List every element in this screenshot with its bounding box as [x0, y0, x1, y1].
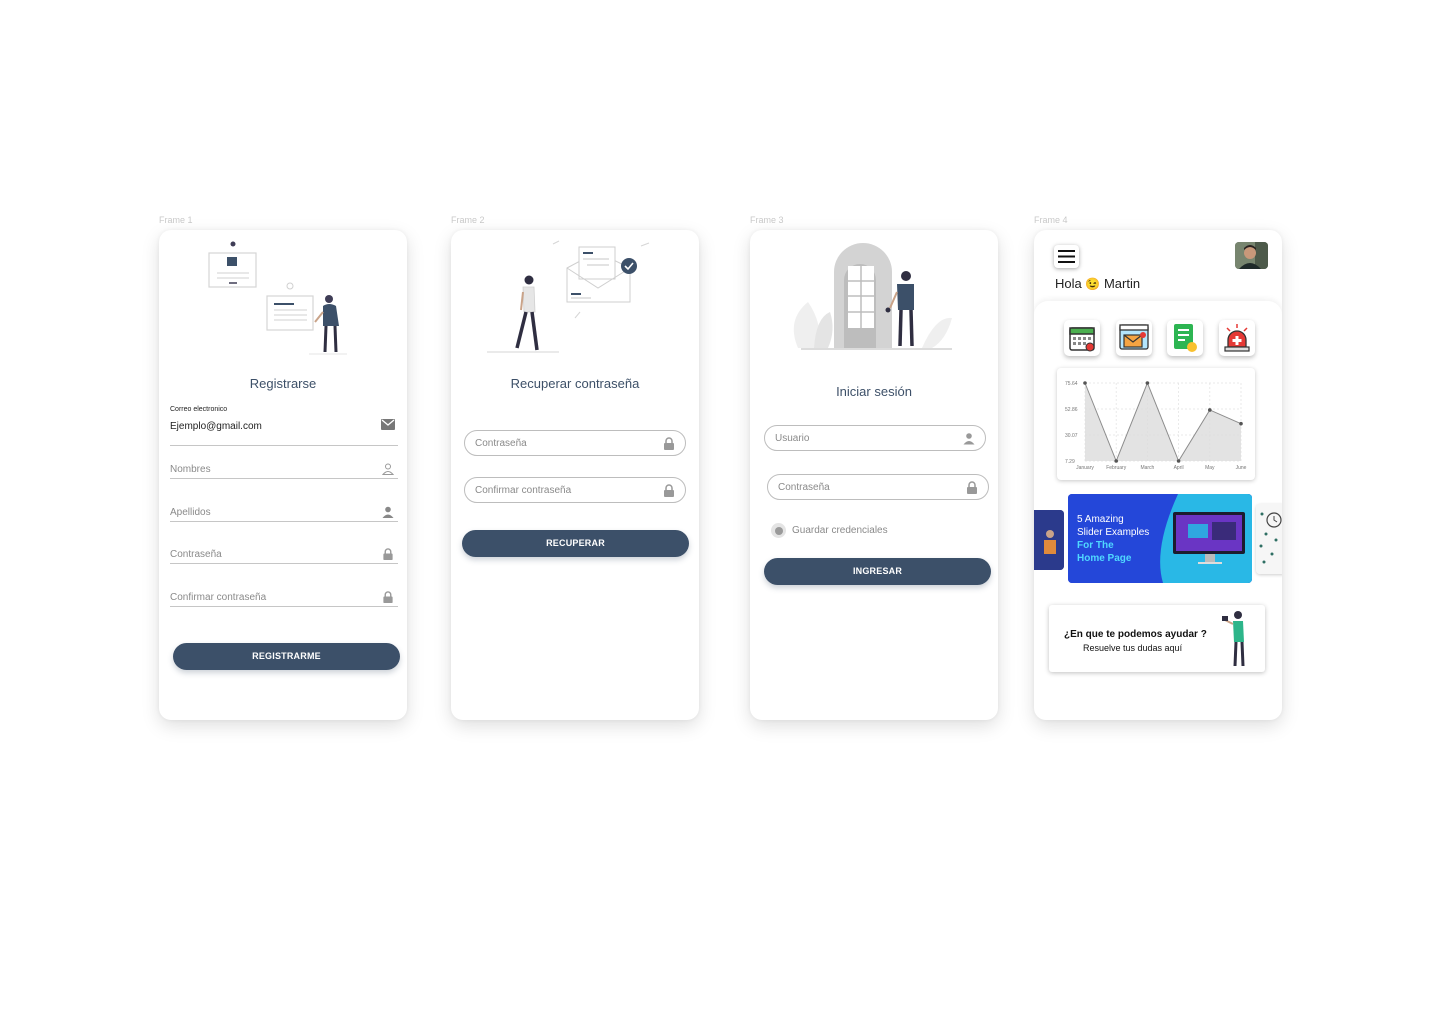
remember-label: Guardar credenciales [792, 525, 888, 536]
data-point [1208, 408, 1212, 412]
password-label: Contraseña [778, 482, 830, 493]
avatar[interactable] [1235, 242, 1268, 269]
user-photo [1235, 242, 1268, 269]
data-point [1239, 421, 1243, 426]
document-button[interactable] [1167, 320, 1203, 356]
x-tick-label: April [1174, 465, 1184, 471]
y-tick-label: 52.86 [1065, 407, 1078, 413]
slide-thumbnail [1034, 510, 1064, 570]
frame-4-label: Frame 4 [1034, 215, 1068, 225]
nombres-label: Nombres [170, 464, 211, 475]
email-field[interactable]: Correo electronico Ejemplo@gmail.com [170, 405, 398, 446]
y-tick-label: 7.29 [1065, 459, 1075, 465]
email-caption: Correo electronico [170, 406, 228, 413]
data-point [1114, 459, 1118, 463]
person-icon [382, 463, 394, 475]
recover-password-screen: Recuperar contraseña Contraseña Confirma… [451, 230, 699, 720]
person-icon [382, 506, 394, 518]
home-screen: Hola 😉 Martin 75.64 52.86 30.07 7.29 Jan… [1034, 230, 1282, 720]
x-tick-label: February [1106, 465, 1127, 471]
y-tick-label: 30.07 [1065, 433, 1078, 439]
calendar-button[interactable] [1064, 320, 1100, 356]
calendar-icon [1069, 327, 1095, 352]
login-screen: Iniciar sesión Usuario Contraseña Guarda… [750, 230, 998, 720]
banner-line-1: 5 Amazing [1077, 514, 1124, 525]
page-title: Recuperar contraseña [510, 376, 640, 391]
register-illustration [208, 241, 347, 355]
recover-illustration [487, 240, 650, 353]
radio-button[interactable] [771, 523, 786, 538]
banner-text: 5 Amazing Slider Examples For The Home P… [1077, 513, 1149, 565]
page-title: Registrarse [249, 376, 317, 391]
support-person-illustration [1222, 611, 1245, 667]
featured-banner[interactable]: 5 Amazing Slider Examples For The Home P… [1068, 494, 1252, 583]
greeting: Hola 😉 Martin [1055, 276, 1140, 291]
help-subtitle: Resuelve tus dudas aquí [1083, 643, 1183, 653]
data-point [1176, 459, 1181, 463]
carousel-next-slide[interactable] [1256, 504, 1282, 574]
confirm-password-label: Confirmar contraseña [170, 592, 267, 603]
remember-credentials-option[interactable]: Guardar credenciales [771, 523, 971, 539]
lock-icon [383, 591, 393, 603]
page-title: Iniciar sesión [836, 384, 912, 399]
lock-icon [967, 481, 977, 494]
person-icon [963, 433, 975, 445]
x-tick-label: May [1205, 465, 1215, 471]
password-label: Contraseña [170, 549, 222, 560]
apellidos-label: Apellidos [170, 507, 211, 518]
password-label: Contraseña [475, 438, 527, 449]
register-button[interactable]: REGISTRARME [173, 643, 400, 670]
mail-button[interactable] [1116, 320, 1152, 356]
frame-1-label: Frame 1 [159, 215, 193, 225]
help-title: ¿En que te podemos ayudar ? [1064, 629, 1207, 640]
x-tick-label: June [1236, 465, 1247, 471]
banner-line-3: For The [1077, 540, 1114, 551]
username-label: Usuario [775, 433, 810, 444]
lock-icon [664, 484, 674, 497]
frame-3-label: Frame 3 [750, 215, 784, 225]
username-input[interactable]: Usuario [764, 425, 986, 451]
recover-button[interactable]: RECUPERAR [462, 530, 689, 557]
x-tick-label: March [1140, 465, 1154, 471]
banner-line-4: Home Page [1077, 553, 1132, 564]
login-illustration [793, 243, 952, 350]
hamburger-icon [1058, 250, 1075, 263]
confirm-password-input[interactable]: Confirmar contraseña [464, 477, 686, 503]
x-tick-label: January [1076, 465, 1094, 471]
confirm-password-field[interactable]: Confirmar contraseña [170, 585, 398, 607]
register-screen: Registrarse Correo electronico Ejemplo@g… [159, 230, 407, 720]
document-icon [1174, 324, 1197, 352]
chart-card: 75.64 52.86 30.07 7.29 January February March A… [1057, 368, 1255, 480]
password-input[interactable]: Contraseña [767, 474, 989, 500]
emergency-button[interactable] [1219, 320, 1255, 356]
lock-icon [664, 437, 674, 450]
menu-button[interactable] [1054, 245, 1079, 268]
frame-2-label: Frame 2 [451, 215, 485, 225]
apellidos-field[interactable]: Apellidos [170, 500, 398, 522]
login-button[interactable]: INGRESAR [764, 558, 991, 585]
y-tick-label: 75.64 [1065, 381, 1078, 387]
alarm-icon [1224, 324, 1250, 352]
slide-thumbnail [1256, 504, 1282, 574]
wink-emoji: 😉 [1085, 277, 1101, 291]
confirm-password-label: Confirmar contraseña [475, 485, 572, 496]
help-card[interactable]: ¿En que te podemos ayudar ? Resuelve tus… [1049, 605, 1265, 672]
password-input[interactable]: Contraseña [464, 430, 686, 456]
carousel-prev-slide[interactable] [1034, 510, 1064, 570]
data-point [1083, 381, 1087, 385]
password-field[interactable]: Contraseña [170, 542, 398, 564]
greeting-text: Hola [1055, 276, 1082, 291]
email-value: Ejemplo@gmail.com [170, 421, 262, 432]
mail-icon [381, 419, 395, 430]
nombres-field[interactable]: Nombres [170, 457, 398, 479]
data-point [1145, 381, 1150, 385]
banner-line-2: Slider Examples [1077, 527, 1150, 538]
mail-icon [1119, 324, 1149, 350]
user-name: Martin [1103, 276, 1141, 291]
line-chart: 75.64 52.86 30.07 7.29January February March A… [1065, 381, 1247, 471]
lock-icon [383, 548, 393, 560]
